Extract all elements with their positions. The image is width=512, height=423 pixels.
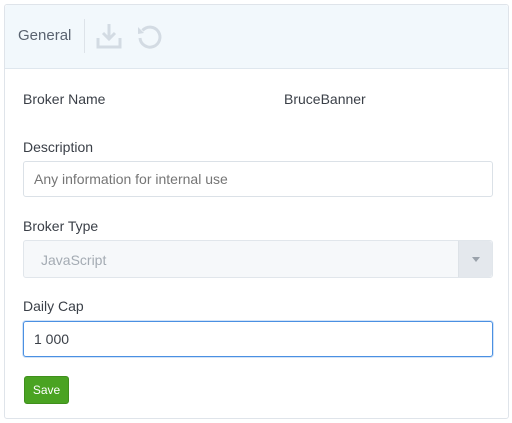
- broker-type-selected-value: JavaScript: [41, 252, 107, 268]
- panel-title: General: [18, 27, 72, 44]
- chevron-down-icon: [472, 257, 480, 262]
- description-input[interactable]: [23, 161, 493, 197]
- broker-type-label: Broker Type: [23, 218, 99, 234]
- select-toggle[interactable]: [458, 241, 492, 277]
- broker-name-value: BruceBanner: [284, 91, 366, 107]
- download-icon[interactable]: [94, 21, 124, 51]
- broker-type-select[interactable]: JavaScript: [23, 240, 493, 278]
- description-label: Description: [23, 139, 94, 155]
- toolbar-divider: [84, 19, 85, 53]
- broker-name-label: Broker Name: [23, 91, 106, 107]
- panel-toolbar: General: [5, 5, 508, 69]
- save-button[interactable]: Save: [24, 376, 69, 404]
- daily-cap-input[interactable]: [23, 321, 493, 357]
- undo-icon[interactable]: [134, 21, 164, 51]
- broker-settings-panel: General Broker Name BruceBanner Descript…: [4, 4, 509, 419]
- daily-cap-label: Daily Cap: [23, 298, 84, 314]
